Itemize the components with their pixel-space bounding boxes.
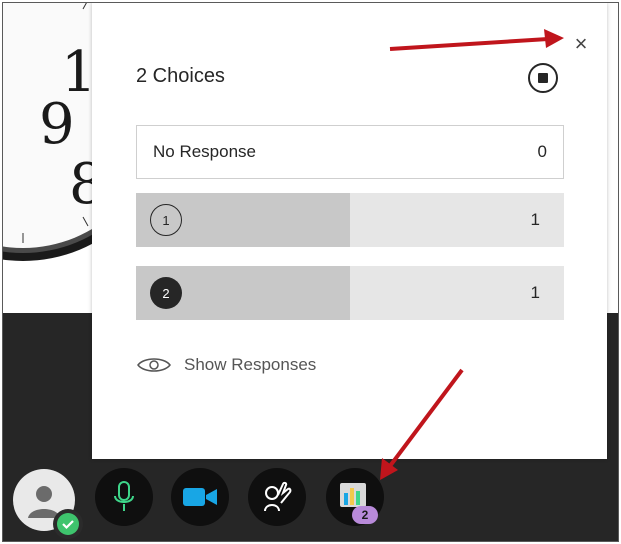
app-frame: 1 9 8 × 2 Choices No Response 0 1 1 2 1: [2, 2, 619, 542]
choice-2-count: 1: [530, 283, 540, 302]
no-response-row: No Response 0: [136, 125, 564, 179]
microphone-button[interactable]: [95, 468, 153, 526]
choice-2-badge: 2: [150, 277, 182, 309]
check-icon: [57, 513, 79, 535]
poll-panel: × 2 Choices No Response 0 1 1 2 1 Show R…: [92, 3, 607, 459]
no-response-count: 0: [537, 142, 547, 161]
poll-button[interactable]: 2: [326, 468, 384, 526]
camera-icon: [183, 488, 217, 506]
svg-text:9: 9: [39, 92, 75, 157]
status-badge: [53, 509, 83, 539]
choice-1-badge: 1: [150, 204, 182, 236]
show-responses-button[interactable]: Show Responses: [136, 350, 316, 380]
close-icon[interactable]: ×: [570, 33, 592, 55]
microphone-icon: [114, 481, 134, 511]
choice-1-count: 1: [530, 210, 540, 229]
no-response-label: No Response: [153, 142, 257, 161]
stop-poll-button[interactable]: [528, 63, 558, 93]
poll-count-badge: 2: [352, 506, 378, 524]
choice-row-1: 1 1: [136, 193, 564, 247]
eye-icon: [137, 358, 171, 372]
poll-title: 2 Choices: [136, 65, 225, 87]
my-status-button[interactable]: [13, 469, 83, 539]
raise-hand-button[interactable]: [248, 468, 306, 526]
camera-button[interactable]: [171, 468, 229, 526]
raise-hand-icon: [264, 481, 292, 512]
choice-row-2: 2 1: [136, 266, 564, 320]
show-responses-label: Show Responses: [184, 355, 317, 374]
stop-icon: [538, 73, 548, 83]
